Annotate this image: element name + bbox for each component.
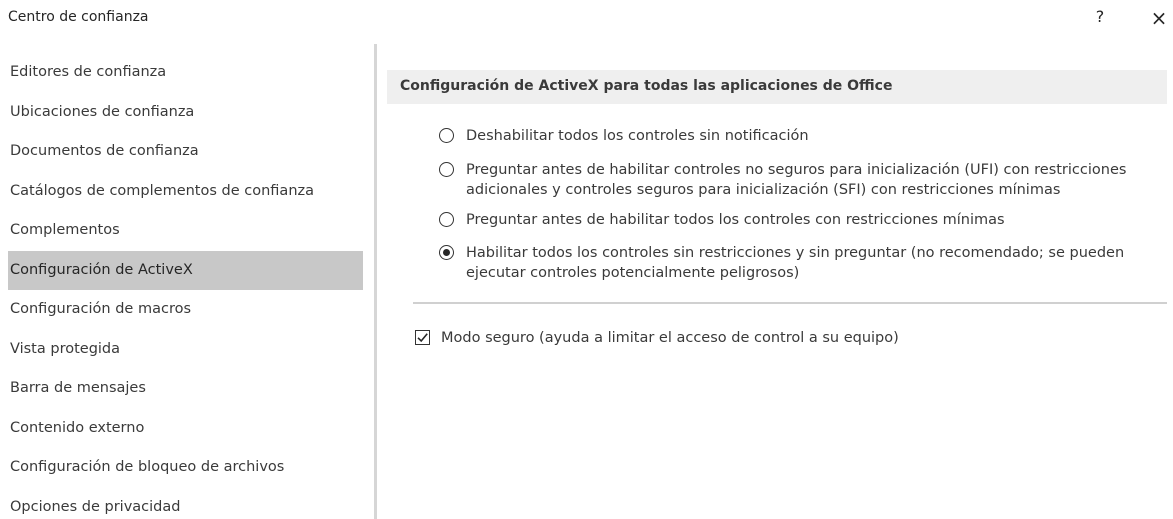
section-header: Configuración de ActiveX para todas las … — [387, 70, 1167, 104]
close-button[interactable]: × — [1148, 6, 1170, 30]
radio-option-label: Deshabilitar todos los controles sin not… — [466, 128, 809, 144]
sidebar-item-barra-de-mensajes[interactable]: Barra de mensajes — [8, 369, 363, 409]
help-button[interactable]: ? — [1090, 7, 1110, 29]
radio-option-label: Preguntar antes de habilitar controles n… — [466, 162, 1127, 198]
sidebar-nav: Editores de confianza Ubicaciones de con… — [8, 53, 363, 519]
sidebar-item-bloqueo-de-archivos[interactable]: Configuración de bloqueo de archivos — [8, 448, 363, 488]
sidebar-item-editores-de-confianza[interactable]: Editores de confianza — [8, 53, 363, 93]
radio-button-icon[interactable] — [439, 162, 454, 177]
sidebar-item-complementos[interactable]: Complementos — [8, 211, 363, 251]
sidebar-item-documentos-de-confianza[interactable]: Documentos de confianza — [8, 132, 363, 172]
sidebar-divider — [374, 44, 377, 519]
sidebar-item-opciones-de-privacidad[interactable]: Opciones de privacidad — [8, 488, 363, 519]
radio-option-label: Habilitar todos los controles sin restri… — [466, 245, 1125, 281]
section-divider — [413, 302, 1167, 304]
radio-button-icon-selected[interactable] — [439, 245, 454, 260]
radio-selected-dot — [443, 249, 450, 256]
sidebar-item-configuracion-macros[interactable]: Configuración de macros — [8, 290, 363, 330]
sidebar-item-contenido-externo[interactable]: Contenido externo — [8, 409, 363, 449]
title-bar: Centro de confianza ? × — [0, 0, 1173, 38]
section-title: Configuración de ActiveX para todas las … — [400, 78, 893, 94]
main-content: Configuración de ActiveX para todas las … — [387, 70, 1167, 519]
radio-button-icon[interactable] — [439, 128, 454, 143]
radio-option-label: Preguntar antes de habilitar todos los c… — [466, 212, 1005, 228]
sidebar-item-catalogos-de-complementos[interactable]: Catálogos de complementos de confianza — [8, 172, 363, 212]
checkbox-checked-icon[interactable] — [415, 330, 430, 345]
sidebar-item-ubicaciones-de-confianza[interactable]: Ubicaciones de confianza — [8, 93, 363, 133]
radio-button-icon[interactable] — [439, 212, 454, 227]
safe-mode-label: Modo seguro (ayuda a limitar el acceso d… — [441, 330, 899, 346]
sidebar-item-vista-protegida[interactable]: Vista protegida — [8, 330, 363, 370]
window-title: Centro de confianza — [8, 9, 149, 25]
checkmark-icon — [417, 333, 428, 343]
trust-center-window: Centro de confianza ? × Editores de conf… — [0, 0, 1173, 519]
sidebar-item-configuracion-activex[interactable]: Configuración de ActiveX — [8, 250, 363, 290]
